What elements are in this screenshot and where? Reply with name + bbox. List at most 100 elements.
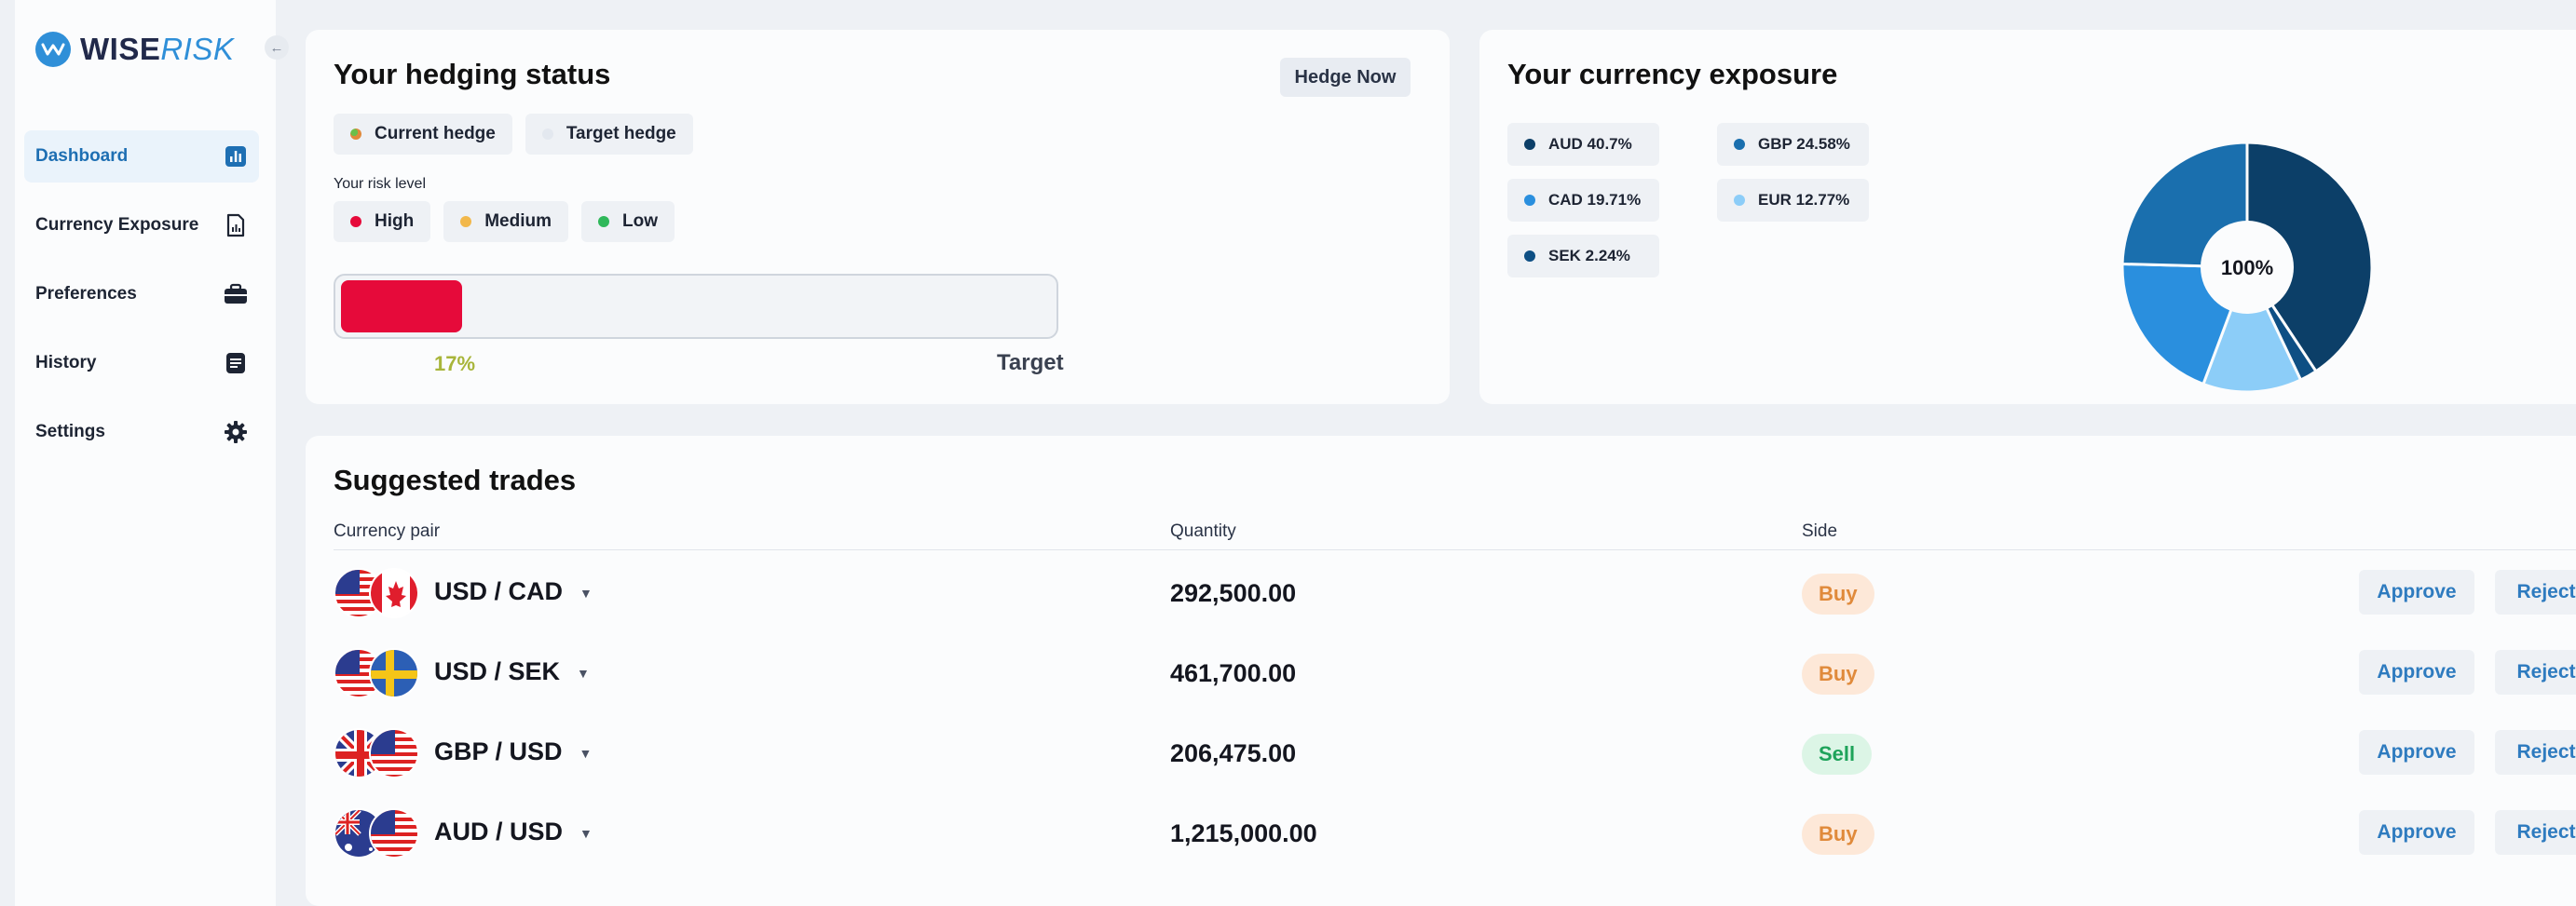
currency-pair-dropdown[interactable]: GBP / USD ▼ — [434, 737, 592, 766]
risk-high: High — [334, 201, 431, 242]
high-dot-icon — [350, 216, 361, 227]
sidebar-item-label: Dashboard — [35, 146, 129, 166]
sweden-flag-icon — [369, 648, 419, 698]
exposure-legend-label: GBP 24.58% — [1758, 135, 1850, 153]
reject-button[interactable]: Reject — [2495, 810, 2576, 855]
pair-flags — [334, 568, 419, 618]
exposure-legend: AUD 40.7% GBP 24.58% CAD 19.71% EUR 12.7… — [1507, 123, 1880, 277]
risk-low: Low — [581, 201, 675, 242]
target-hedge-dot-icon — [541, 128, 553, 140]
side-badge: Buy — [1802, 574, 1874, 615]
side-badge: Buy — [1802, 654, 1874, 695]
side-badge: Buy — [1802, 814, 1874, 855]
cad-dot-icon — [1524, 195, 1535, 206]
table-row: USD / SEK ▼ 461,700.00 Buy Approve Reject — [306, 635, 2576, 715]
currency-pair-label: AUD / USD — [434, 818, 564, 845]
sidebar-item-label: Currency Exposure — [35, 215, 199, 235]
document-chart-icon — [224, 213, 248, 237]
quantity-value: 292,500.00 — [1170, 579, 1297, 607]
reject-button[interactable]: Reject — [2495, 730, 2576, 775]
legend-label: Current hedge — [375, 124, 496, 143]
currency-pair-dropdown[interactable]: USD / SEK ▼ — [434, 657, 590, 686]
legend-current-hedge: Current hedge — [334, 114, 512, 155]
exposure-legend-gbp: GBP 24.58% — [1717, 123, 1869, 166]
exposure-legend-eur: EUR 12.77% — [1717, 179, 1869, 222]
risk-label: Medium — [484, 211, 552, 231]
column-header-quantity: Quantity — [1170, 521, 1236, 541]
donut-center-label: 100% — [2221, 256, 2273, 279]
sidebar-item-settings[interactable]: Settings — [24, 406, 259, 458]
sidebar-item-label: Settings — [35, 422, 105, 441]
briefcase-icon — [224, 282, 248, 306]
exposure-legend-sek: SEK 2.24% — [1507, 235, 1659, 277]
bar-chart-icon — [224, 144, 248, 169]
logo-text-accent: RISK — [160, 32, 235, 66]
risk-medium: Medium — [443, 201, 568, 242]
table-row: USD / CAD ▼ 292,500.00 Buy Approve Reject — [306, 555, 2576, 635]
sidebar-nav: Dashboard Currency Exposure Preferences … — [24, 130, 259, 475]
exposure-legend-aud: AUD 40.7% — [1507, 123, 1659, 166]
reject-button[interactable]: Reject — [2495, 650, 2576, 695]
arrow-left-icon: ← — [269, 39, 284, 56]
sidebar-item-label: Preferences — [35, 284, 137, 304]
risk-level-legend: High Medium Low — [334, 201, 675, 242]
exposure-legend-label: AUD 40.7% — [1548, 135, 1632, 153]
approve-button[interactable]: Approve — [2359, 730, 2474, 775]
chevron-down-icon: ▼ — [579, 825, 593, 841]
quantity-value: 461,700.00 — [1170, 659, 1297, 687]
exposure-legend-label: SEK 2.24% — [1548, 247, 1630, 264]
table-row: AUD / USD ▼ 1,215,000.00 Buy Approve Reje… — [306, 795, 2576, 875]
approve-button[interactable]: Approve — [2359, 650, 2474, 695]
currency-pair-label: USD / CAD — [434, 577, 564, 605]
currency-pair-dropdown[interactable]: AUD / USD ▼ — [434, 818, 593, 846]
pair-flags — [334, 808, 419, 859]
hedge-progress-percent: 17% — [434, 352, 476, 375]
chevron-down-icon: ▼ — [579, 585, 593, 601]
exposure-legend-cad: CAD 19.71% — [1507, 179, 1659, 222]
logo[interactable]: WISE RISK — [35, 32, 234, 67]
side-badge: Sell — [1802, 734, 1873, 775]
exposure-legend-label: CAD 19.71% — [1548, 191, 1642, 209]
legend-label: Target hedge — [566, 124, 676, 143]
hedge-target-label: Target — [997, 350, 1064, 375]
list-icon — [224, 351, 248, 375]
us-flag-icon — [369, 808, 419, 859]
approve-button[interactable]: Approve — [2359, 570, 2474, 615]
currency-pair-label: GBP / USD — [434, 737, 563, 765]
quantity-value: 206,475.00 — [1170, 739, 1297, 767]
sidebar-item-history[interactable]: History — [24, 337, 259, 389]
sidebar: WISE RISK ← Dashboard Currency Exposure … — [15, 0, 289, 906]
hedge-progress-fill — [341, 280, 462, 332]
exposure-donut-chart: 100% — [2120, 141, 2374, 394]
table-header-divider — [334, 549, 2576, 550]
suggested-trades-title: Suggested trades — [334, 464, 577, 496]
gbp-dot-icon — [1734, 139, 1745, 150]
currency-pair-dropdown[interactable]: USD / CAD ▼ — [434, 577, 593, 606]
sidebar-item-label: History — [35, 353, 97, 372]
reject-button[interactable]: Reject — [2495, 570, 2576, 615]
logo-text-main: WISE — [80, 32, 161, 66]
logo-icon — [35, 32, 71, 67]
hedge-now-button[interactable]: Hedge Now — [1280, 58, 1411, 97]
hedge-progress-bar — [334, 274, 1058, 339]
risk-label: High — [375, 211, 415, 231]
column-header-side: Side — [1802, 521, 1838, 541]
hedging-status-title: Your hedging status — [334, 58, 611, 90]
approve-button[interactable]: Approve — [2359, 810, 2474, 855]
collapse-sidebar-button[interactable]: ← — [265, 35, 289, 60]
aud-dot-icon — [1524, 139, 1535, 150]
suggested-trades-card: Suggested trades Currency pair Quantity … — [306, 436, 2576, 906]
eur-dot-icon — [1734, 195, 1745, 206]
us-flag-icon — [369, 728, 419, 778]
chevron-down-icon: ▼ — [577, 665, 590, 681]
currency-exposure-card: Your currency exposure AUD 40.7% GBP 24.… — [1479, 30, 2576, 404]
sidebar-item-dashboard[interactable]: Dashboard — [24, 130, 259, 183]
hedge-legend: Current hedge Target hedge — [334, 114, 693, 155]
column-header-pair: Currency pair — [334, 521, 441, 541]
sidebar-item-preferences[interactable]: Preferences — [24, 268, 259, 320]
sidebar-item-currency-exposure[interactable]: Currency Exposure — [24, 199, 259, 251]
gear-icon — [224, 420, 248, 444]
low-dot-icon — [598, 216, 609, 227]
chevron-down-icon: ▼ — [579, 745, 593, 761]
risk-label: Low — [622, 211, 658, 231]
